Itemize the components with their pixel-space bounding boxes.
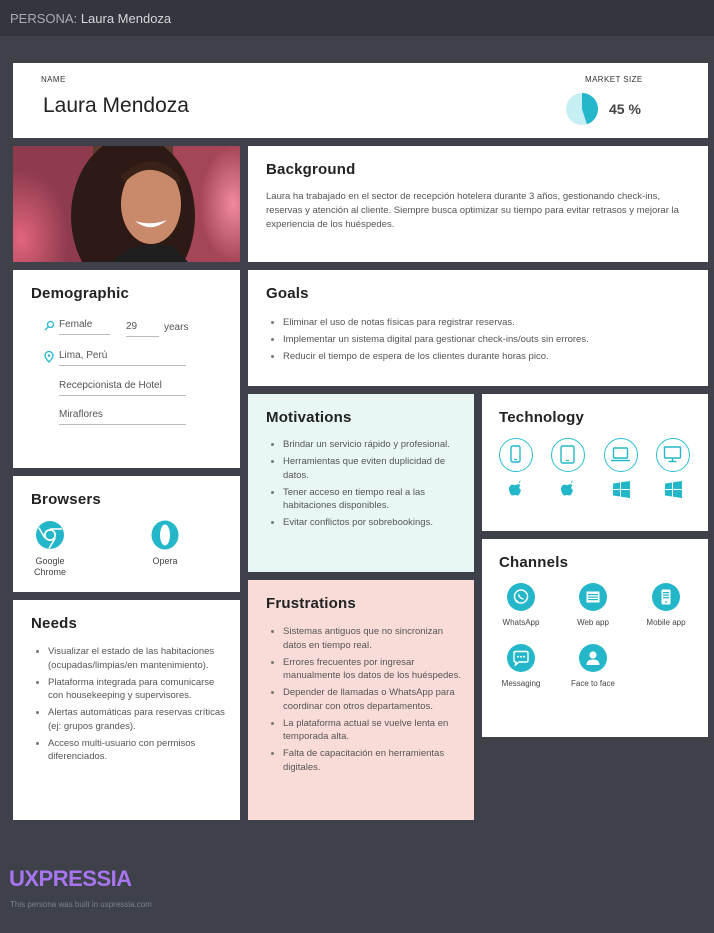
market-size-value: 45 % (609, 101, 641, 117)
profile-card: NAME Laura Mendoza MARKET SIZE 45 % (13, 63, 708, 138)
needs-title: Needs (31, 615, 78, 632)
market-size-label: MARKET SIZE (585, 75, 643, 84)
list-item: La plataforma actual se vuelve lenta en … (266, 717, 461, 744)
chrome-icon[interactable] (35, 520, 65, 550)
motivations-list: Brindar un servicio rápido y profesional… (266, 438, 456, 533)
location-pin-icon (44, 351, 54, 363)
windows-icon (613, 481, 630, 498)
list-item: Sistemas antiguos que no sincronizan dat… (266, 625, 461, 652)
list-item: Plataforma integrada para comunicarse co… (31, 676, 226, 703)
laptop-icon (604, 438, 638, 472)
list-item: Eliminar el uso de notas físicas para re… (266, 316, 696, 330)
face-to-face-icon (579, 644, 607, 672)
background-card: Background Laura ha trabajado en el sect… (248, 146, 708, 262)
chrome-label[interactable]: Google Chrome (10, 556, 90, 577)
goals-card: Goals Eliminar el uso de notas físicas p… (248, 270, 708, 386)
name-label: NAME (41, 75, 66, 84)
messaging-label: Messaging (501, 679, 541, 688)
footer-note: This persona was built in uxpressia.com (10, 900, 152, 909)
demographic-card: Demographic Female 29 years Lima, Perú R… (13, 270, 240, 468)
list-item: Acceso multi-usuario con permisos difere… (31, 737, 226, 764)
persona-photo (13, 146, 240, 262)
tablet-icon (551, 438, 585, 472)
messaging-icon (507, 644, 535, 672)
demographic-title: Demographic (31, 285, 130, 302)
browsers-title: Browsers (31, 491, 101, 508)
uxpressia-logo[interactable]: UXPRESSIA (9, 866, 132, 892)
desktop-icon (656, 438, 690, 472)
list-item: Alertas automáticas para reservas crític… (31, 706, 226, 733)
whatsapp-icon (507, 583, 535, 611)
gender-icon (44, 320, 55, 331)
avatar (13, 146, 240, 262)
goals-title: Goals (266, 285, 309, 302)
background-text: Laura ha trabajado en el sector de recep… (266, 191, 679, 230)
frustrations-title: Frustrations (266, 595, 356, 612)
smartphone-icon (499, 438, 533, 472)
web-app-icon (579, 583, 607, 611)
background-title: Background (266, 161, 356, 178)
list-item: Visualizar el estado de las habitaciones… (31, 645, 226, 672)
list-item: Tener acceso en tiempo real a las habita… (266, 486, 456, 513)
apple-icon (509, 480, 521, 496)
opera-icon[interactable] (151, 520, 179, 550)
goals-list: Eliminar el uso de notas físicas para re… (266, 316, 696, 367)
mobile-app-label: Mobile app (646, 618, 686, 627)
frustrations-card: Frustrations Sistemas antiguos que no si… (248, 580, 474, 820)
needs-card: Needs Visualizar el estado de las habita… (13, 600, 240, 820)
windows-icon (665, 481, 682, 498)
occupation-field: Recepcionista de Hotel (59, 380, 186, 396)
list-item: Falta de capacitación en herramientas di… (266, 747, 461, 774)
needs-list: Visualizar el estado de las habitaciones… (31, 645, 226, 767)
opera-label[interactable]: Opera (125, 556, 205, 566)
browsers-card: Browsers Google Chrome Opera (13, 476, 240, 592)
district-field: Miraflores (59, 409, 186, 425)
list-item: Herramientas que eviten duplicidad de da… (266, 455, 456, 482)
age-field: 29 (126, 321, 159, 337)
list-item: Brindar un servicio rápido y profesional… (266, 438, 456, 452)
technology-title: Technology (499, 409, 585, 426)
gender-field: Female (59, 319, 110, 335)
channels-title: Channels (499, 554, 569, 571)
list-item: Implementar un sistema digital para gest… (266, 333, 696, 347)
list-item: Reducir el tiempo de espera de los clien… (266, 350, 696, 364)
channels-card: Channels WhatsApp Web app Mobile app Mes… (482, 539, 708, 737)
location-field: Lima, Perú (59, 350, 186, 366)
persona-name: Laura Mendoza (43, 94, 189, 117)
motivations-title: Motivations (266, 409, 352, 426)
technology-card: Technology (482, 394, 708, 531)
list-item: Evitar conflictos por sobrebookings. (266, 516, 456, 530)
top-bar: PERSONA: Laura Mendoza (0, 0, 714, 36)
whatsapp-label: WhatsApp (502, 618, 540, 627)
persona-title: PERSONA: Laura Mendoza (10, 11, 172, 26)
mobile-app-icon (652, 583, 680, 611)
face-to-face-label: Face to face (570, 679, 616, 688)
list-item: Depender de llamadas o WhatsApp para coo… (266, 686, 461, 713)
apple-icon (561, 480, 573, 496)
market-size-pie (566, 93, 599, 125)
age-unit: years (164, 322, 189, 333)
frustrations-list: Sistemas antiguos que no sincronizan dat… (266, 625, 461, 778)
motivations-card: Motivations Brindar un servicio rápido y… (248, 394, 474, 572)
web-app-label: Web app (577, 618, 609, 627)
list-item: Errores frecuentes por ingresar manualme… (266, 656, 461, 683)
